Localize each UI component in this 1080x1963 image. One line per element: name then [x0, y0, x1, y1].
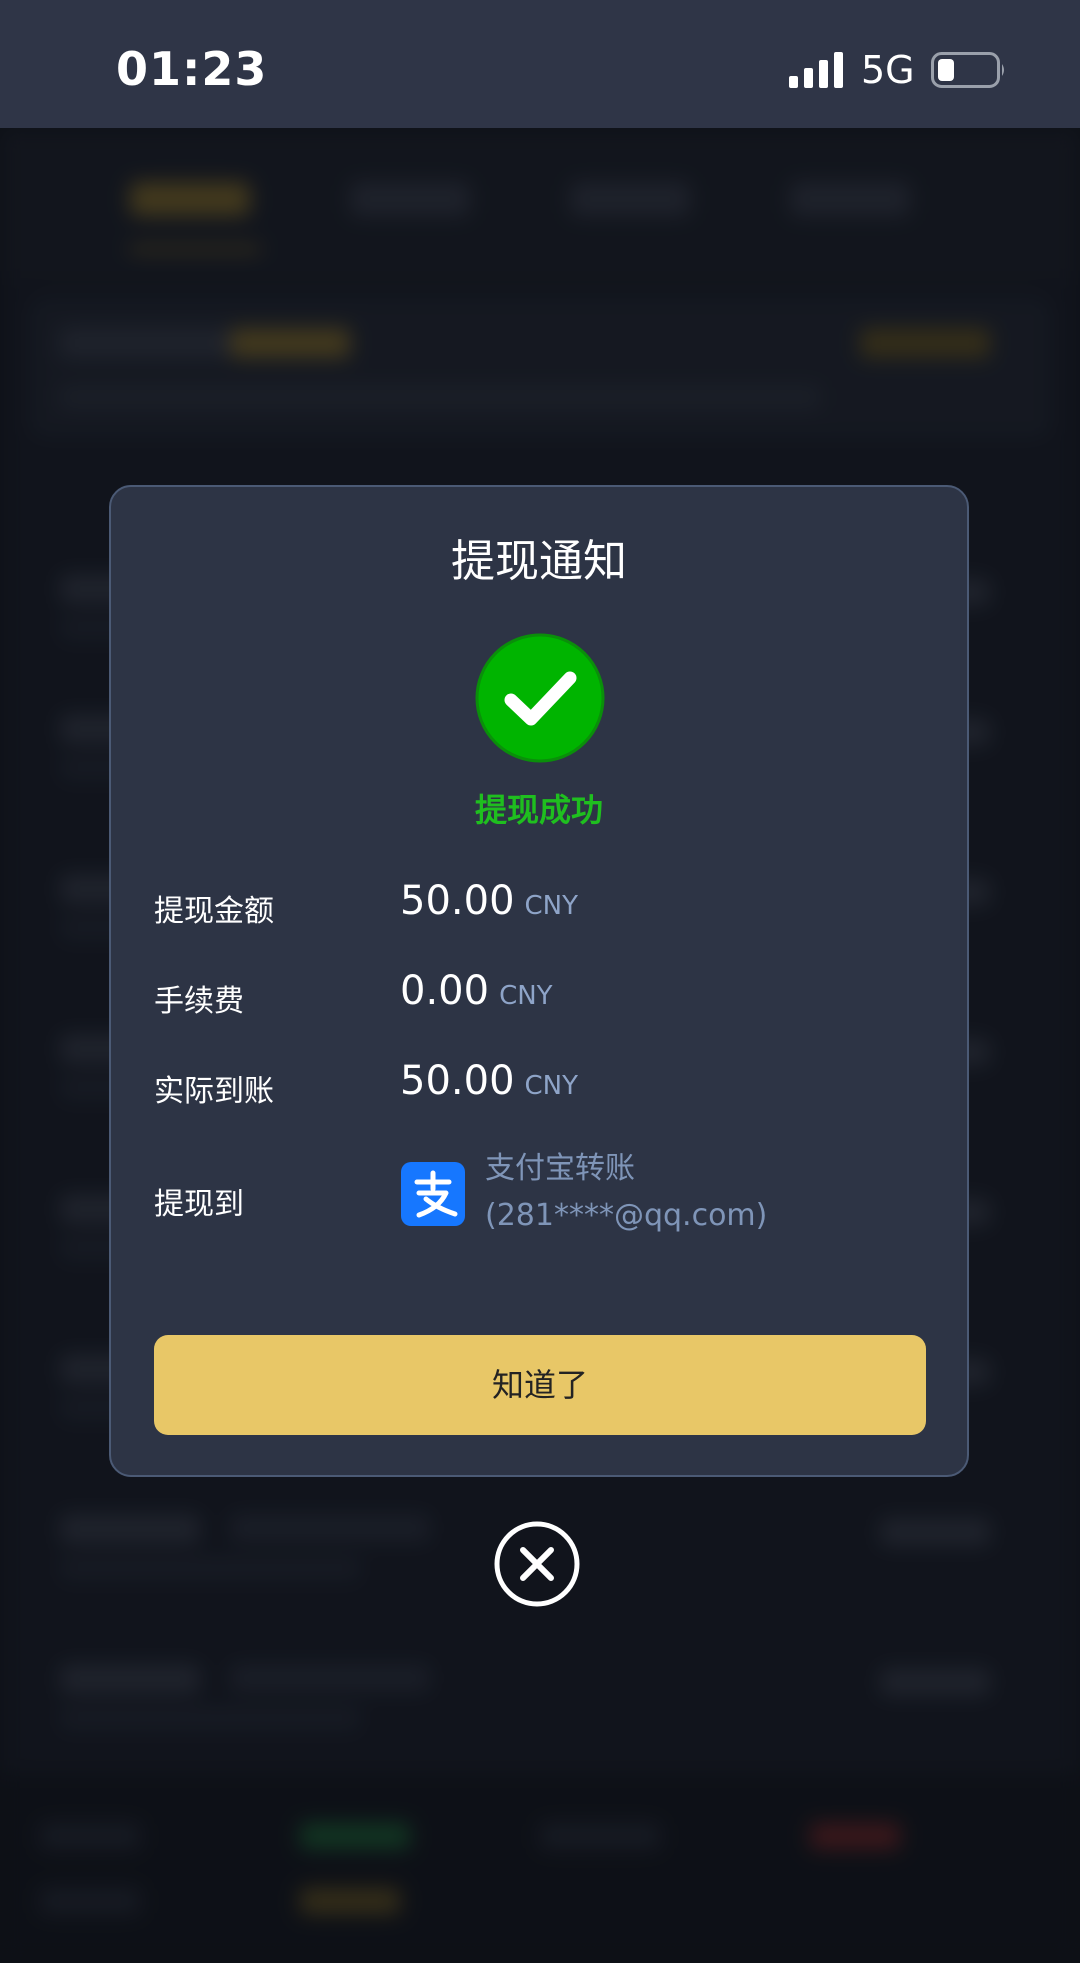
battery-low-icon [931, 52, 1004, 88]
amount-unit: CNY [524, 891, 579, 921]
dialog-title: 提现通知 [451, 536, 627, 587]
check-circle-icon [475, 633, 605, 763]
status-bar: 01:23 5G [0, 0, 1080, 128]
close-circle-icon[interactable] [494, 1521, 580, 1607]
fee-value: 0.00 CNY [400, 968, 553, 1014]
signal-bars-icon [789, 52, 843, 88]
received-unit: CNY [524, 1071, 579, 1101]
withdrawal-dialog: 提现通知 提现成功 提现金额 50.00 CNY 手续费 0.00 CNY 实际到账… [109, 485, 969, 1477]
status-time: 01:23 [116, 42, 268, 96]
status-text: 提现成功 [474, 791, 603, 829]
amount-label: 提现金额 [154, 894, 274, 929]
network-type: 5G [861, 48, 915, 92]
destination-account: (281****@qq.com) [485, 1198, 768, 1233]
received-label: 实际到账 [154, 1074, 274, 1109]
destination-method: 支付宝转账 [485, 1151, 635, 1186]
alipay-icon [401, 1162, 465, 1226]
acknowledge-button[interactable]: 知道了 [154, 1335, 926, 1435]
amount-value: 50.00 CNY [400, 878, 579, 924]
received-value: 50.00 CNY [400, 1058, 579, 1104]
fee-label: 手续费 [154, 984, 244, 1019]
fee-unit: CNY [499, 981, 553, 1011]
destination-label: 提现到 [154, 1187, 244, 1222]
